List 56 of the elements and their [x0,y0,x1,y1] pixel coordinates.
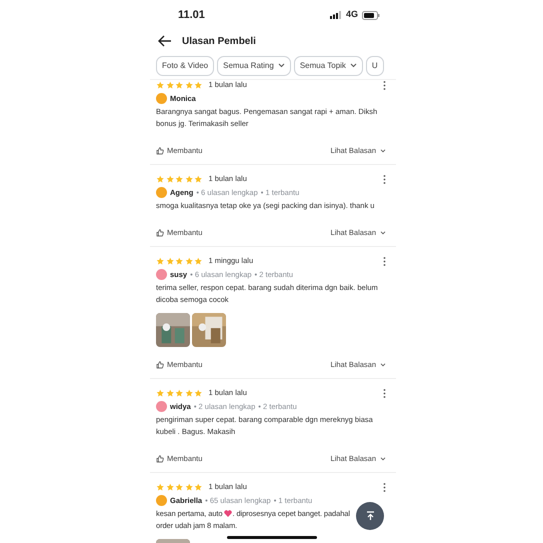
avatar-icon [156,401,167,412]
star-icon [184,256,193,266]
star-icon [166,256,174,266]
star-icon [156,80,164,90]
star-icon [194,482,202,492]
filter-chip[interactable]: Semua Rating [217,56,291,76]
star-icon [184,388,193,398]
avatar-icon [156,495,167,506]
more-icon[interactable] [383,388,386,398]
star-icon [184,80,193,90]
more-icon[interactable] [383,482,386,492]
back-arrow-icon[interactable] [158,35,172,47]
star-icon [194,80,202,90]
star-icon [194,388,202,398]
chevron-down-icon [380,457,386,461]
arrow-up-icon [366,511,374,521]
star-icon [166,80,174,90]
star-icon [175,388,184,398]
star-icon [156,388,164,398]
filter-chip[interactable]: Foto & Video [156,56,214,76]
battery-icon [362,10,380,20]
avatar-icon [156,187,167,198]
chevron-down-icon [380,231,386,235]
star-icon [156,256,164,266]
chevron-down-icon [380,363,386,367]
star-icon [175,174,184,184]
more-icon[interactable] [383,80,386,90]
star-icon [156,482,164,492]
star-icon [184,174,193,184]
more-icon[interactable] [383,174,386,184]
signal-icon [330,11,342,19]
status-time: 11.01 [178,8,205,23]
scroll-to-top-button[interactable] [356,502,384,530]
avatar-icon [156,269,167,280]
more-icon[interactable] [383,256,386,266]
thumbs-up-icon [156,229,164,237]
filter-chip[interactable]: U [366,56,384,76]
star-icon [194,256,202,266]
heart-icon [224,510,232,517]
thumbs-up-icon [156,361,164,369]
star-icon [175,256,184,266]
star-icon [194,174,202,184]
star-icon [166,174,174,184]
page-title: Ulasan Pembeli [182,34,256,48]
star-icon [166,482,174,492]
avatar-icon [156,93,167,104]
star-icon [184,482,193,492]
network-label: 4G [346,8,358,22]
filter-chip[interactable]: Semua Topik [294,56,363,76]
chevron-down-icon [380,149,386,153]
star-icon [175,482,184,492]
star-icon [175,80,184,90]
thumbs-up-icon [156,455,164,463]
star-icon [166,388,174,398]
thumbs-up-icon [156,147,164,155]
star-icon [156,174,164,184]
